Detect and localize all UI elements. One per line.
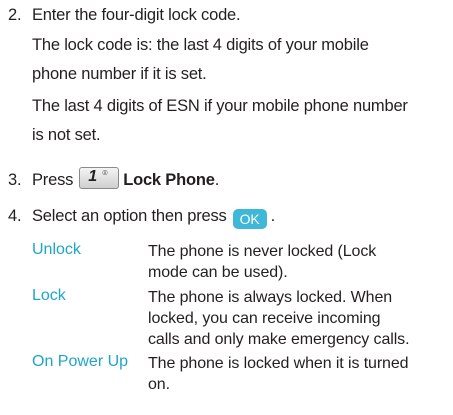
- voicemail-icon: ⌾: [102, 168, 108, 178]
- paragraph-line: The last 4 digits of ESN if your mobile …: [32, 97, 408, 115]
- option-label-lock: Lock: [32, 287, 66, 304]
- step-4: 4. Select an option then press OK.: [8, 207, 275, 229]
- option-description-on-power-up: The phone is locked when it is turned on…: [148, 355, 409, 393]
- key-1-icon: 1 ⌾: [79, 167, 120, 189]
- paragraph-line: The lock code is: the last 4 digits of y…: [32, 36, 369, 54]
- esn-explanation: The last 4 digits of ESN if your mobile …: [32, 92, 447, 150]
- paragraph-line: phone number if it is set.: [32, 65, 207, 83]
- paragraph-line: is not set.: [32, 126, 101, 144]
- step-number: 3.: [8, 171, 22, 189]
- manual-page: 2. Enter the four-digit lock code. The lo…: [0, 0, 453, 415]
- lock-code-explanation: The lock code is: the last 4 digits of y…: [32, 31, 447, 89]
- ok-key-icon: OK: [232, 209, 267, 229]
- option-description-unlock: The phone is never locked (Lock mode can…: [148, 243, 377, 281]
- step-3: 3. Press 1 ⌾ Lock Phone.: [8, 167, 220, 189]
- option-label-on-power-up: On Power Up: [32, 353, 129, 370]
- option-description-lock: The phone is always locked. When locked,…: [148, 289, 410, 348]
- step-text: Press: [32, 171, 74, 189]
- option-label-unlock: Unlock: [32, 241, 81, 258]
- step-text: Enter the four-digit lock code.: [32, 6, 241, 24]
- step-2: 2. Enter the four-digit lock code.: [8, 6, 241, 25]
- menu-item-name: Lock Phone: [123, 171, 215, 189]
- step-number: 4.: [8, 207, 22, 225]
- step-number: 2.: [8, 6, 22, 24]
- step-text: Select an option then press: [32, 207, 227, 225]
